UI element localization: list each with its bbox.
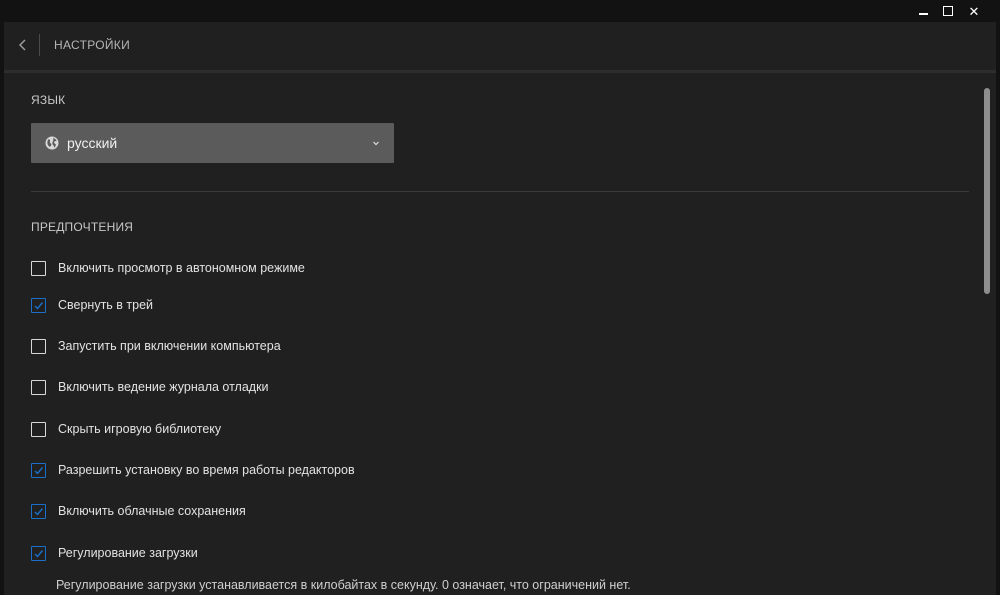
maximize-button[interactable] <box>939 3 957 19</box>
checkbox-hide-game-library[interactable]: Скрыть игровую библиотеку <box>31 419 221 439</box>
checkmark-icon <box>34 301 44 310</box>
checkbox-box[interactable] <box>31 379 46 395</box>
page-title: НАСТРОЙКИ <box>54 38 131 52</box>
minimize-button[interactable] <box>914 3 932 19</box>
checkbox-install-while-editors-running[interactable]: Разрешить установку во время работы реда… <box>31 460 355 480</box>
checkbox-label: Скрыть игровую библиотеку <box>58 422 222 436</box>
settings-content: ЯЗЫК русский ПРЕДПОЧТЕНИЯ Включить просм… <box>4 73 996 595</box>
checkbox-offline-browsing[interactable]: Включить просмотр в автономном режиме <box>31 258 305 278</box>
section-divider <box>31 191 969 192</box>
checkbox-label: Включить ведение журнала отладки <box>58 380 269 394</box>
checkbox-label: Разрешить установку во время работы реда… <box>58 463 355 477</box>
language-select[interactable]: русский <box>31 123 394 163</box>
checkbox-debug-logging[interactable]: Включить ведение журнала отладки <box>31 377 269 397</box>
checkbox-label: Включить просмотр в автономном режиме <box>58 261 305 275</box>
throttle-description: Регулирование загрузки устанавливается в… <box>56 578 631 592</box>
checkbox-box-checked[interactable] <box>31 503 46 519</box>
checkmark-icon <box>34 507 44 516</box>
language-value: русский <box>67 135 118 151</box>
checkbox-label: Включить облачные сохранения <box>58 504 246 518</box>
close-button[interactable]: ✕ <box>965 3 983 19</box>
checkbox-box[interactable] <box>31 260 46 276</box>
checkbox-label: Запустить при включении компьютера <box>58 339 281 353</box>
header-separator <box>39 34 40 56</box>
checkbox-box-checked[interactable] <box>31 545 46 561</box>
checkbox-box-checked[interactable] <box>31 297 46 313</box>
language-section-title: ЯЗЫК <box>31 93 66 107</box>
checkmark-icon <box>34 466 44 475</box>
checkbox-box[interactable] <box>31 338 46 354</box>
checkbox-label: Регулирование загрузки <box>58 546 198 560</box>
page-header: НАСТРОЙКИ <box>4 22 996 73</box>
vertical-scrollbar-thumb[interactable] <box>984 88 990 294</box>
globe-icon <box>45 136 59 150</box>
settings-window: НАСТРОЙКИ ЯЗЫК русский ПРЕДПОЧТЕНИЯ Вклю… <box>4 22 996 595</box>
back-button[interactable] <box>12 34 34 56</box>
checkbox-box[interactable] <box>31 421 46 437</box>
checkbox-cloud-saves[interactable]: Включить облачные сохранения <box>31 501 246 521</box>
chevron-down-icon <box>373 141 379 146</box>
checkbox-box-checked[interactable] <box>31 462 46 478</box>
minimize-icon <box>918 13 928 15</box>
close-icon: ✕ <box>968 3 980 19</box>
checkmark-icon <box>34 549 44 558</box>
chevron-left-icon <box>18 39 26 51</box>
checkbox-label: Свернуть в трей <box>58 298 154 312</box>
maximize-icon <box>943 6 953 16</box>
preferences-section-title: ПРЕДПОЧТЕНИЯ <box>31 220 134 234</box>
checkbox-download-throttling[interactable]: Регулирование загрузки <box>31 543 198 563</box>
checkbox-launch-on-startup[interactable]: Запустить при включении компьютера <box>31 336 281 356</box>
title-bar: ✕ <box>0 0 1000 22</box>
checkbox-minimize-to-tray[interactable]: Свернуть в трей <box>31 295 153 315</box>
